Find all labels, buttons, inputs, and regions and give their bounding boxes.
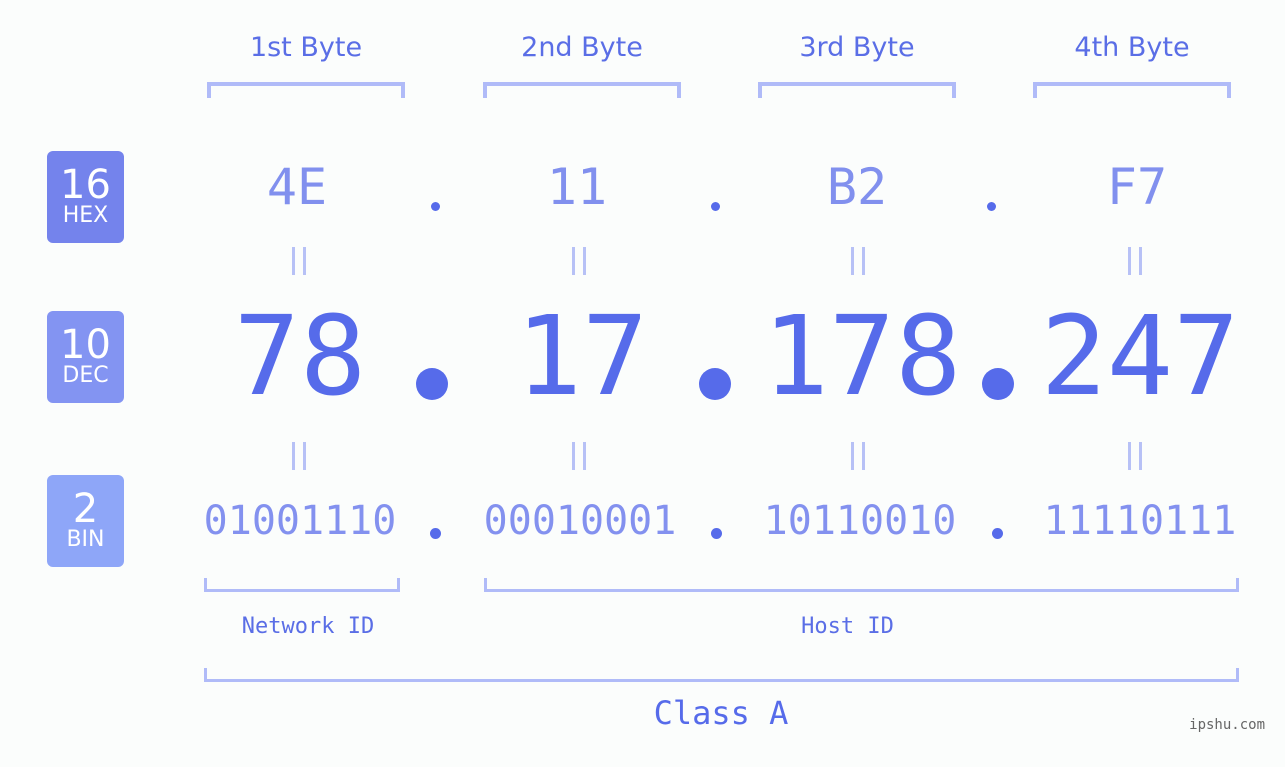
dec-value-2: 17 xyxy=(515,292,649,420)
dec-value-4: 247 xyxy=(1040,292,1240,420)
byte-label-1: 1st Byte xyxy=(249,32,363,63)
byte-label-4: 4th Byte xyxy=(1074,32,1190,63)
hex-separator-dot xyxy=(987,202,996,211)
equals-marker xyxy=(851,247,865,275)
dec-separator-dot xyxy=(416,368,448,400)
hex-value-4: F7 xyxy=(1106,158,1168,216)
hex-value-3: B2 xyxy=(826,158,888,216)
bin-badge: 2 BIN xyxy=(47,475,124,567)
hex-badge: 16 HEX xyxy=(47,151,124,243)
hex-base-number: 16 xyxy=(60,162,111,208)
bin-value-4: 11110111 xyxy=(1043,498,1237,544)
host-id-label: Host ID xyxy=(801,614,894,639)
dec-base-label: DEC xyxy=(62,363,109,388)
bin-separator-dot xyxy=(711,528,722,539)
hex-value-2: 11 xyxy=(546,158,608,216)
hex-separator-dot xyxy=(431,202,440,211)
byte-bracket-4 xyxy=(1033,82,1231,98)
class-bracket xyxy=(204,668,1239,682)
dec-value-1: 78 xyxy=(233,292,367,420)
equals-marker xyxy=(1128,442,1142,470)
hex-base-label: HEX xyxy=(62,203,109,228)
byte-bracket-1 xyxy=(207,82,405,98)
dec-badge: 10 DEC xyxy=(47,311,124,403)
equals-marker xyxy=(292,442,306,470)
dec-base-number: 10 xyxy=(60,322,111,368)
network-id-label: Network ID xyxy=(241,614,375,639)
bin-value-1: 01001110 xyxy=(203,498,397,544)
byte-label-2: 2nd Byte xyxy=(521,32,643,63)
byte-bracket-3 xyxy=(758,82,956,98)
bin-value-2: 00010001 xyxy=(483,498,677,544)
bin-base-label: BIN xyxy=(66,527,105,552)
byte-label-3: 3rd Byte xyxy=(799,32,915,63)
hex-separator-dot xyxy=(711,202,720,211)
equals-marker xyxy=(1128,247,1142,275)
host-id-bracket xyxy=(484,578,1239,592)
equals-marker xyxy=(572,247,586,275)
ip-class-label: Class A xyxy=(653,694,789,732)
bin-separator-dot xyxy=(430,528,441,539)
hex-value-1: 4E xyxy=(266,158,328,216)
dec-value-3: 178 xyxy=(762,292,962,420)
byte-bracket-2 xyxy=(483,82,681,98)
bin-value-3: 10110010 xyxy=(763,498,957,544)
watermark: ipshu.com xyxy=(1189,717,1265,733)
equals-marker xyxy=(851,442,865,470)
dec-separator-dot xyxy=(982,368,1014,400)
bin-base-number: 2 xyxy=(72,486,99,532)
bin-separator-dot xyxy=(992,528,1003,539)
equals-marker xyxy=(572,442,586,470)
equals-marker xyxy=(292,247,306,275)
network-id-bracket xyxy=(204,578,400,592)
dec-separator-dot xyxy=(699,368,731,400)
